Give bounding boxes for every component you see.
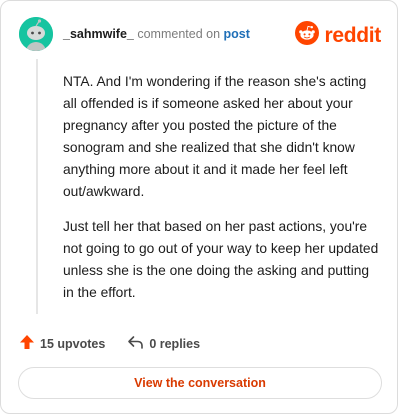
upvotes-action[interactable]: 15 upvotes [19,334,105,353]
reddit-brand[interactable]: reddit [295,21,381,50]
username-link[interactable]: _sahmwife_ [63,27,134,41]
comment-paragraph: Just tell her that based on her past act… [63,219,379,300]
post-link[interactable]: post [224,27,250,41]
reply-arrow-icon [127,335,144,353]
replies-count: 0 replies [149,336,201,351]
comment-header: _sahmwife_ commented on post [63,27,250,42]
thread-line [36,59,38,314]
upvote-arrow-icon [19,334,35,353]
snoo-avatar-icon[interactable] [19,17,53,51]
comment-actions: 15 upvotes 0 replies [19,334,200,353]
comment-paragraph: NTA. And I'm wondering if the reason she… [63,74,367,199]
replies-action[interactable]: 0 replies [127,335,200,353]
embedded-comment-card: _sahmwife_ commented on post reddit NTA.… [0,0,398,414]
reddit-wordmark: reddit [324,23,381,47]
comment-body: NTA. And I'm wondering if the reason she… [63,71,383,317]
view-conversation-button[interactable]: View the conversation [18,367,382,399]
upvotes-count: 15 upvotes [40,336,106,351]
commented-on-label: commented on [137,27,221,41]
reddit-logo-icon [295,21,320,50]
